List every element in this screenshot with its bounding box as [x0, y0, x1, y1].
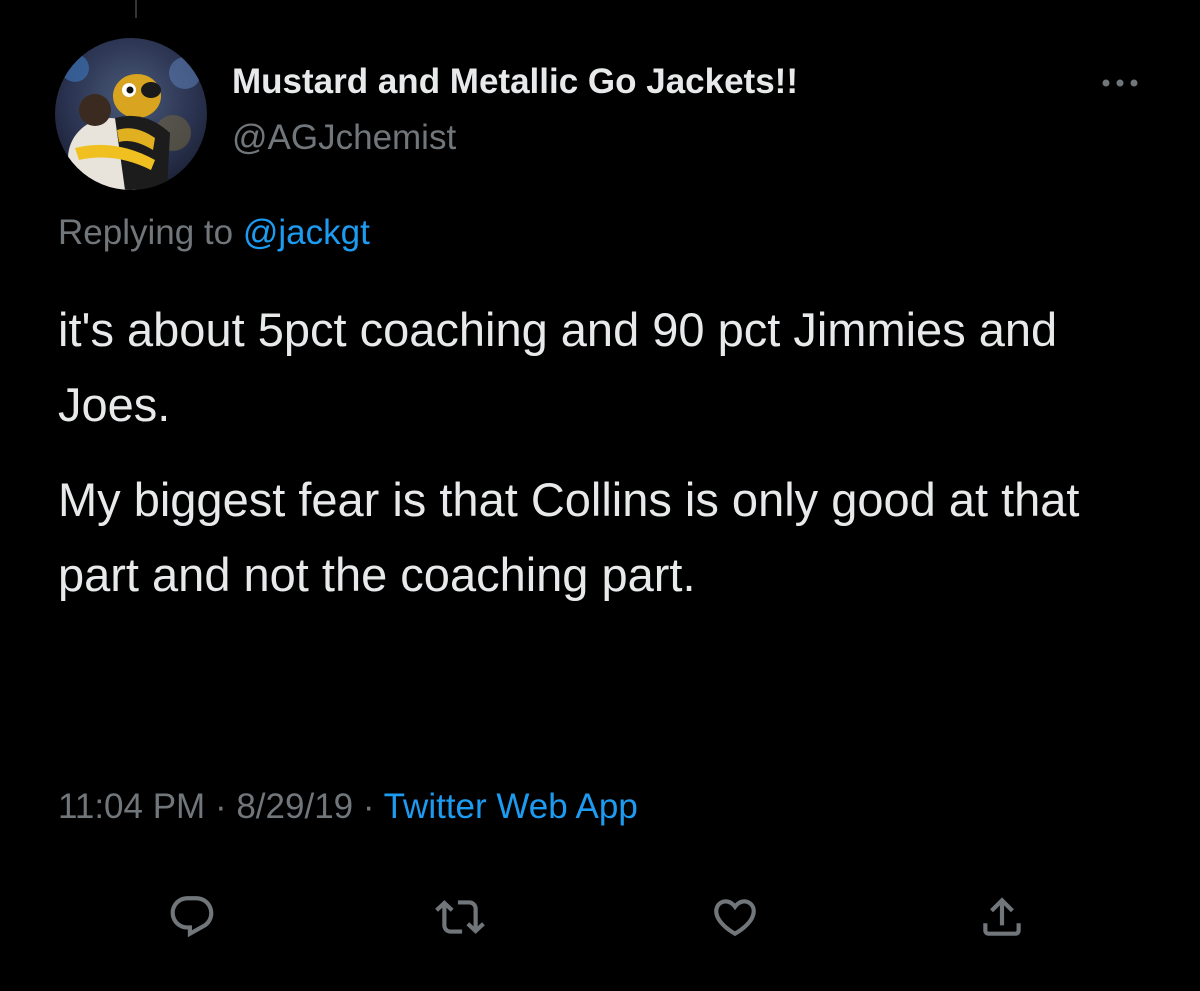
retweet-icon — [435, 900, 485, 934]
tweet-text: it's about 5pct coaching and 90 pct Jimm… — [58, 292, 1158, 632]
meta-separator: · — [214, 787, 227, 826]
tweet-meta: 11:04 PM · 8/29/19 · Twitter Web App — [58, 787, 638, 827]
tweet-date[interactable]: 8/29/19 — [236, 787, 353, 826]
tweet-paragraph: My biggest fear is that Collins is only … — [58, 473, 1080, 601]
heart-icon — [714, 899, 756, 937]
tweet-paragraph: it's about 5pct coaching and 90 pct Jimm… — [58, 303, 1058, 431]
reply-context-prefix: Replying to — [58, 213, 234, 252]
more-options-icon[interactable] — [1097, 70, 1143, 96]
meta-separator: · — [362, 787, 375, 826]
avatar[interactable] — [55, 38, 207, 190]
reply-icon — [170, 896, 214, 938]
author-display-name[interactable]: Mustard and Metallic Go Jackets!! — [232, 62, 798, 102]
like-button[interactable] — [703, 885, 767, 949]
tweet-source-link[interactable]: Twitter Web App — [384, 787, 638, 826]
reply-button[interactable] — [160, 885, 224, 949]
share-icon — [983, 897, 1021, 936]
thread-connector-line — [135, 0, 137, 18]
reply-context: Replying to @jackgt — [58, 213, 370, 253]
retweet-button[interactable] — [428, 885, 492, 949]
avatar-photo-icon — [55, 38, 207, 190]
reply-mention-link[interactable]: @jackgt — [243, 213, 370, 252]
author-handle[interactable]: @AGJchemist — [232, 118, 456, 158]
share-button[interactable] — [970, 885, 1034, 949]
tweet-time[interactable]: 11:04 PM — [58, 787, 205, 826]
